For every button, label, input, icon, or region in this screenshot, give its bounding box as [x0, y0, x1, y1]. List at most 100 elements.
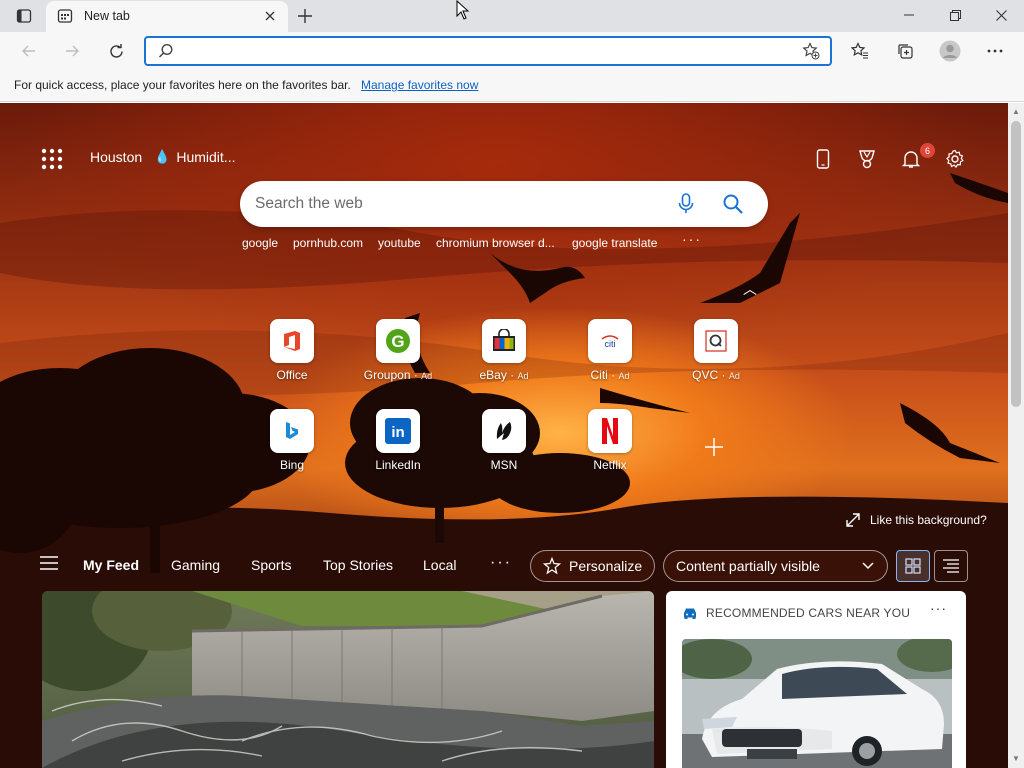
quick-link-citi[interactable]: citi Citi · Ad [570, 319, 650, 382]
page-settings-button[interactable] [943, 147, 967, 171]
apps-grid-icon[interactable] [40, 147, 64, 171]
tab-actions-icon [16, 9, 32, 23]
add-quick-link-button[interactable] [700, 433, 728, 461]
quick-link-groupon[interactable]: G Groupon · Ad [358, 319, 438, 382]
add-favorite-icon[interactable] [802, 42, 820, 60]
quick-link-label: Groupon [363, 368, 411, 382]
close-window-icon [995, 9, 1007, 21]
tab-title: New tab [84, 9, 130, 23]
trending-search-link[interactable]: pornhub.com [293, 236, 363, 250]
card-more-button[interactable]: ··· [930, 600, 947, 616]
forward-button[interactable] [57, 37, 87, 65]
refresh-icon [109, 43, 123, 58]
favorites-icon [851, 42, 868, 59]
feed-tab-gaming[interactable]: Gaming [171, 557, 220, 573]
collapse-quick-links-icon[interactable]: ︿ [743, 279, 757, 299]
feed-card-image [42, 591, 654, 768]
ad-badge: Ad [728, 371, 740, 381]
linkedin-logo-icon: in [376, 409, 420, 453]
favorites-bar-message: For quick access, place your favorites h… [14, 78, 351, 92]
recommended-cars-header: RECOMMENDED CARS NEAR YOU [682, 606, 910, 620]
list-layout-button[interactable] [934, 550, 968, 582]
page-scrollbar[interactable]: ▲ ▼ [1008, 103, 1024, 768]
address-bar[interactable] [144, 36, 832, 66]
quick-link-ebay[interactable]: eBay · Ad [464, 319, 544, 382]
rewards-button[interactable] [855, 147, 879, 171]
feed-more-button[interactable]: ··· [490, 554, 512, 572]
plus-icon [705, 438, 723, 456]
quick-link-bing[interactable]: Bing [252, 409, 332, 472]
car-icon [684, 608, 696, 619]
feed-tab-local[interactable]: Local [423, 557, 456, 573]
restore-icon [949, 9, 961, 21]
tab-actions-button[interactable] [10, 6, 38, 26]
close-window-button[interactable] [978, 0, 1024, 30]
new-tab-button[interactable] [292, 4, 318, 28]
quick-link-label: LinkedIn [375, 458, 421, 472]
quick-link-office[interactable]: Office [252, 319, 332, 382]
quick-link-linkedin[interactable]: in LinkedIn [358, 409, 438, 472]
back-button[interactable] [14, 37, 44, 65]
scrollbar-thumb[interactable] [1011, 121, 1021, 407]
msn-logo-icon [482, 409, 526, 453]
trending-search-link[interactable]: youtube [378, 236, 421, 250]
content-visibility-dropdown[interactable]: Content partially visible [663, 550, 888, 582]
more-dots-icon [987, 49, 1003, 53]
trending-search-link[interactable]: chromium browser d... [436, 236, 555, 250]
web-search-input[interactable] [255, 193, 655, 215]
quick-link-label: Netflix [593, 458, 627, 472]
content-visibility-value: Content partially visible [676, 558, 820, 574]
svg-text:in: in [391, 424, 404, 441]
quick-link-msn[interactable]: MSN [464, 409, 544, 472]
feed-tab-sports[interactable]: Sports [251, 557, 291, 573]
weather-city: Houston [90, 149, 143, 165]
restore-button[interactable] [932, 0, 978, 30]
svg-text:citi: citi [605, 339, 616, 349]
phone-button[interactable] [811, 147, 835, 171]
mobile-phone-icon [816, 149, 830, 169]
grid-layout-button[interactable] [896, 550, 930, 582]
scroll-up-arrow-icon[interactable]: ▲ [1012, 107, 1020, 116]
favorites-button[interactable] [845, 37, 875, 65]
title-bar: New tab [0, 0, 1024, 32]
citi-logo-icon: citi [588, 319, 632, 363]
hamburger-menu-icon[interactable] [40, 556, 58, 570]
manage-favorites-link[interactable]: Manage favorites now [361, 78, 478, 92]
ad-badge: Ad [517, 371, 529, 381]
plus-icon [298, 9, 312, 23]
trending-search-link[interactable]: google translate [572, 236, 657, 250]
tab-new-tab[interactable]: New tab [46, 1, 288, 32]
tab-close-button[interactable] [261, 7, 279, 25]
address-input[interactable] [182, 41, 782, 61]
toolbar [0, 32, 1024, 70]
sparkle-star-icon [543, 557, 561, 575]
ad-badge: Ad [421, 371, 433, 381]
feed-card-main[interactable] [42, 591, 654, 768]
quick-link-label: eBay [479, 368, 507, 382]
trending-more-button[interactable]: ··· [682, 231, 702, 247]
quick-link-label: MSN [490, 458, 518, 472]
like-background-button[interactable]: Like this background? [846, 513, 987, 527]
bing-logo-icon [270, 409, 314, 453]
quick-link-label: QVC [692, 368, 719, 382]
quick-link-qvc[interactable]: QVC · Ad [676, 319, 756, 382]
minimize-button[interactable] [886, 0, 932, 30]
collections-button[interactable] [890, 37, 920, 65]
trending-search-link[interactable]: google [242, 236, 278, 250]
car-image [682, 639, 952, 768]
scroll-down-arrow-icon[interactable]: ▼ [1012, 754, 1020, 763]
quick-link-netflix[interactable]: Netflix [570, 409, 650, 472]
forward-arrow-icon [66, 45, 79, 57]
weather-widget[interactable]: Houston 💧 Humidit... [90, 149, 235, 165]
profile-button[interactable] [935, 37, 965, 65]
feed-tab-my-feed[interactable]: My Feed [83, 557, 139, 573]
search-submit-icon[interactable] [722, 193, 744, 215]
settings-menu-button[interactable] [980, 37, 1010, 65]
microphone-icon[interactable] [678, 193, 694, 215]
personalize-button[interactable]: Personalize [530, 550, 655, 582]
recommended-cars-card[interactable]: RECOMMENDED CARS NEAR YOU ··· [666, 591, 966, 768]
refresh-button[interactable] [101, 37, 131, 65]
recommended-cars-title: RECOMMENDED CARS NEAR YOU [706, 606, 911, 620]
quick-link-label: Citi [590, 368, 608, 382]
feed-tab-top-stories[interactable]: Top Stories [323, 557, 393, 573]
